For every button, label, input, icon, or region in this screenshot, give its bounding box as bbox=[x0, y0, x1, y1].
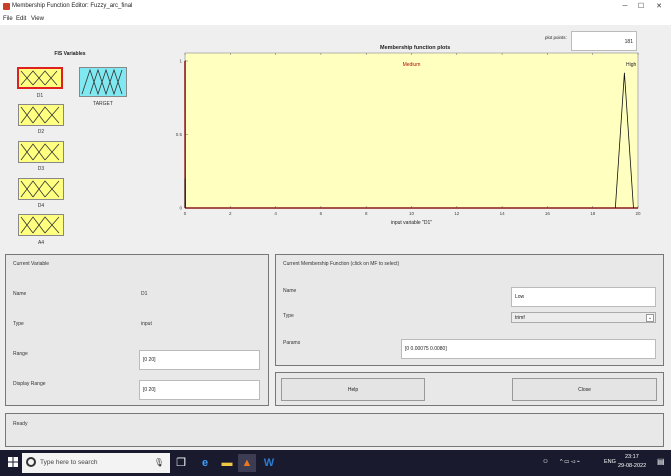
x-tick-label: 20 bbox=[635, 211, 641, 216]
taskbar: Type here to search 🎙 ❐ e ▬ ▲ W ⚇ ^ ▭ ◅ … bbox=[0, 450, 671, 476]
mf-type-value: trimf bbox=[515, 314, 525, 321]
y-tick-label: 1 bbox=[179, 59, 182, 64]
mf-glyph-icon bbox=[20, 70, 58, 86]
var-type-value: input bbox=[141, 321, 152, 327]
output-var-target[interactable] bbox=[79, 67, 127, 97]
output-var-target-label: TARGET bbox=[93, 101, 113, 107]
clock-date[interactable]: 29-08-2022 bbox=[618, 463, 646, 469]
mf-glyph-icon bbox=[20, 143, 60, 161]
mf-type-select[interactable]: trimf ⌄ bbox=[511, 312, 656, 323]
close-button[interactable]: Close bbox=[512, 378, 657, 401]
x-tick-label: 16 bbox=[545, 211, 551, 216]
language-indicator[interactable]: ENG bbox=[604, 459, 616, 465]
clock-time[interactable]: 23:17 bbox=[625, 454, 639, 460]
mf-glyph-icon bbox=[81, 68, 123, 96]
input-var-d1[interactable] bbox=[17, 67, 63, 89]
mf-params-input[interactable]: [0 0.00075 0.0080] bbox=[401, 339, 656, 359]
range-input[interactable]: [0 20] bbox=[139, 350, 260, 370]
menu-edit[interactable]: Edit bbox=[16, 16, 26, 22]
var-name-value: D1 bbox=[141, 291, 148, 297]
input-var-a4-label: A4 bbox=[37, 240, 45, 246]
x-tick-label: 10 bbox=[409, 211, 415, 216]
plot-area bbox=[184, 52, 639, 209]
input-var-d2-label: D2 bbox=[37, 129, 45, 135]
y-tick-label: 0.5 bbox=[176, 132, 183, 137]
mf-params-label: Params bbox=[283, 340, 301, 346]
x-tick-label: 6 bbox=[320, 211, 323, 216]
mf-label-high[interactable]: High bbox=[626, 62, 637, 68]
search-icon bbox=[26, 457, 36, 467]
title-bar: Membership Function Editor: Fuzzy_arc_fi… bbox=[0, 0, 671, 14]
window-title: Membership Function Editor: Fuzzy_arc_fi… bbox=[12, 3, 133, 9]
var-type-label: Type bbox=[13, 321, 24, 327]
input-var-d1-label: D1 bbox=[36, 93, 44, 99]
help-button[interactable]: Help bbox=[281, 378, 425, 401]
display-range-input[interactable]: [0 20] bbox=[139, 380, 260, 400]
var-name-label: Name bbox=[13, 291, 27, 297]
x-tick-label: 14 bbox=[500, 211, 506, 216]
mf-glyph-icon bbox=[20, 180, 60, 198]
input-var-d4[interactable] bbox=[18, 178, 64, 200]
input-var-d3-label: D3 bbox=[37, 166, 45, 172]
buttons-panel: Help Close bbox=[275, 372, 664, 406]
status-panel: Ready bbox=[5, 413, 664, 447]
matlab-taskbar-icon[interactable]: ▲ bbox=[238, 454, 256, 472]
x-tick-label: 8 bbox=[365, 211, 368, 216]
x-tick-label: 4 bbox=[274, 211, 277, 216]
input-var-a4[interactable] bbox=[18, 214, 64, 236]
edge-browser-icon[interactable]: e bbox=[196, 454, 214, 472]
word-icon[interactable]: W bbox=[260, 454, 278, 472]
menu-file[interactable]: File bbox=[3, 16, 13, 22]
taskbar-search-box[interactable]: Type here to search 🎙 bbox=[22, 453, 170, 473]
menu-bar: File Edit View bbox=[0, 14, 671, 25]
mf-type-label: Type bbox=[283, 313, 294, 319]
input-var-d4-label: D4 bbox=[37, 203, 45, 209]
windows-start-icon[interactable] bbox=[8, 457, 18, 467]
mf-glyph-icon bbox=[20, 216, 60, 234]
current-variable-heading: Current Variable bbox=[13, 261, 50, 267]
plot-points-label: plot points: bbox=[545, 35, 567, 40]
x-axis-label: input variable "D1" bbox=[391, 220, 432, 226]
status-text: Ready bbox=[13, 421, 28, 427]
microphone-icon[interactable]: 🎙 bbox=[154, 458, 164, 467]
mf-label-medium[interactable]: Medium bbox=[403, 62, 421, 68]
input-var-d2[interactable] bbox=[18, 104, 64, 126]
file-explorer-icon[interactable]: ▬ bbox=[218, 454, 236, 472]
membership-function-plot[interactable]: 0 2 4 6 8 10 12 14 16 18 20 0 0.5 1 Medium High input … bbox=[175, 51, 655, 236]
plot-points-input[interactable]: 181 bbox=[571, 31, 637, 51]
current-mf-heading: Current Membership Function (click on MF… bbox=[283, 261, 400, 267]
mf-name-input[interactable]: Low bbox=[511, 287, 656, 307]
display-range-label: Display Range bbox=[13, 381, 46, 387]
x-tick-label: 18 bbox=[590, 211, 596, 216]
people-icon[interactable]: ⚇ bbox=[543, 459, 548, 465]
y-tick-label: 0 bbox=[179, 206, 182, 211]
system-tray-icons[interactable]: ^ ▭ ◅ ⌁ bbox=[560, 459, 580, 465]
current-variable-panel: Current Variable Name D1 Type input Rang… bbox=[5, 254, 269, 406]
x-tick-label: 0 bbox=[184, 211, 187, 216]
fis-variables-heading: FIS Variables bbox=[54, 51, 86, 57]
mf-glyph-icon bbox=[20, 106, 60, 124]
x-tick-label: 2 bbox=[229, 211, 232, 216]
current-mf-panel: Current Membership Function (click on MF… bbox=[275, 254, 664, 366]
close-window-button[interactable]: ✕ bbox=[648, 1, 670, 13]
chevron-down-icon[interactable]: ⌄ bbox=[646, 314, 654, 322]
var-range-label: Range bbox=[13, 351, 28, 357]
input-var-d3[interactable] bbox=[18, 141, 64, 163]
notification-icon[interactable]: ▤ bbox=[657, 457, 665, 466]
task-view-icon[interactable]: ❐ bbox=[172, 454, 190, 472]
matlab-icon bbox=[3, 3, 10, 10]
menu-view[interactable]: View bbox=[31, 16, 44, 22]
search-placeholder: Type here to search bbox=[40, 459, 98, 466]
mf-name-label: Name bbox=[283, 288, 297, 294]
x-tick-label: 12 bbox=[454, 211, 460, 216]
